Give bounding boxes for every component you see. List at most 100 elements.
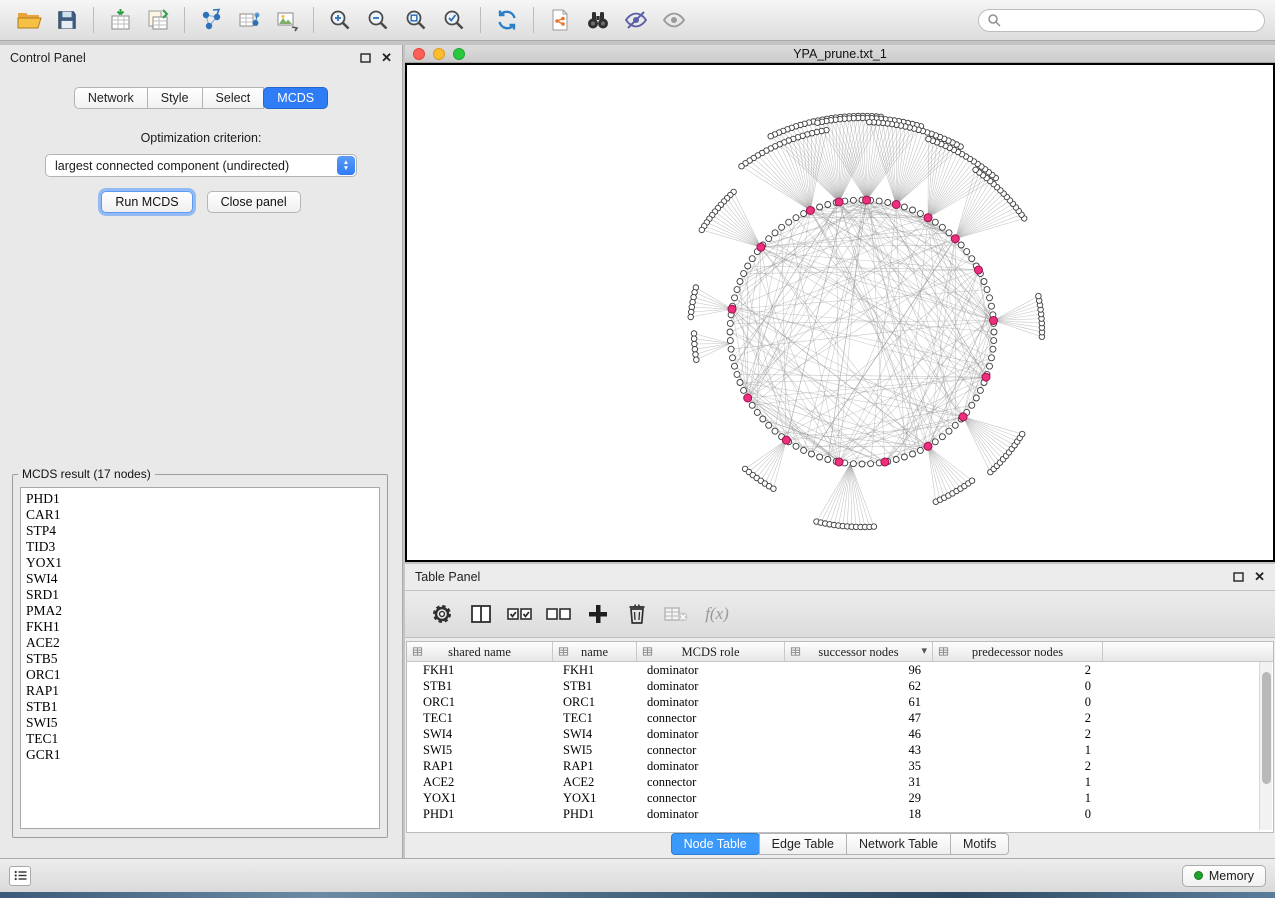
mcds-result-item[interactable]: ACE2 [26,635,374,651]
mcds-result-item[interactable]: ORC1 [26,667,374,683]
delete-table-icon [663,603,689,625]
table-row[interactable]: FKH1FKH1dominator962 [407,662,1273,678]
delete-columns-button[interactable] [622,599,652,629]
table-settings-button[interactable] [427,599,457,629]
mcds-result-item[interactable]: GCR1 [26,747,374,763]
scrollbar-thumb[interactable] [1262,672,1271,784]
mcds-result-item[interactable]: TID3 [26,539,374,555]
tab-mcds[interactable]: MCDS [263,87,328,109]
mcds-result-item[interactable]: RAP1 [26,683,374,699]
tab-network[interactable]: Network [74,87,148,109]
column-header-shared-name[interactable]: shared name [407,642,553,662]
mcds-result-item[interactable]: FKH1 [26,619,374,635]
table-row[interactable]: ACE2ACE2connector311 [407,774,1273,790]
toolbar-separator [93,7,94,33]
close-panel-icon[interactable]: ✕ [1254,569,1265,585]
export-image-button[interactable] [268,4,306,36]
memory-status-dot [1194,871,1203,880]
mcds-result-item[interactable]: STB1 [26,699,374,715]
mcds-result-item[interactable]: STB5 [26,651,374,667]
mcds-result-item[interactable]: PHD1 [26,491,374,507]
close-panel-icon[interactable]: ✕ [381,50,392,66]
table-rows: FKH1FKH1dominator962STB1STB1dominator620… [407,662,1273,822]
mcds-result-item[interactable]: SWI4 [26,571,374,587]
zoom-in-button[interactable] [321,4,359,36]
zoom-selected-button[interactable] [435,4,473,36]
hide-selected-button[interactable] [617,4,655,36]
table-row[interactable]: RAP1RAP1dominator352 [407,758,1273,774]
panel-menu-button[interactable] [9,866,31,886]
save-session-button[interactable] [48,4,86,36]
table-cell: PHD1 [553,806,637,822]
table-row[interactable]: PHD1PHD1dominator180 [407,806,1273,822]
column-header-successor-nodes[interactable]: successor nodes▾ [785,642,933,662]
tab-motifs[interactable]: Motifs [950,833,1009,855]
dropdown-stepper-icon: ▲▼ [337,156,355,175]
float-panel-icon[interactable] [360,53,371,63]
column-header-name[interactable]: name [553,642,637,662]
table-row[interactable]: STB1STB1dominator620 [407,678,1273,694]
network-graph[interactable] [407,65,1273,560]
show-all-button[interactable] [655,4,693,36]
mcds-result-item[interactable]: TEC1 [26,731,374,747]
optimization-dropdown[interactable]: largest connected component (undirected)… [45,154,357,177]
search-network-button[interactable] [579,4,617,36]
add-column-button[interactable] [583,599,613,629]
table-cell: connector [637,710,785,726]
network-search-box[interactable] [978,9,1265,32]
tab-style[interactable]: Style [147,87,203,109]
mcds-result-item[interactable]: SRD1 [26,587,374,603]
import-network-button[interactable] [192,4,230,36]
mcds-result-item[interactable]: YOX1 [26,555,374,571]
mcds-result-item[interactable]: SWI5 [26,715,374,731]
select-all-rows-button[interactable] [505,599,535,629]
tab-select[interactable]: Select [202,87,265,109]
node-table: shared namenameMCDS rolesuccessor nodes▾… [406,641,1274,833]
column-header-MCDS-role[interactable]: MCDS role [637,642,785,662]
network-canvas[interactable] [405,63,1275,562]
table-row[interactable]: ORC1ORC1dominator610 [407,694,1273,710]
import-table-from-file-button[interactable] [101,4,139,36]
zoom-out-icon [366,8,390,32]
table-vertical-scrollbar[interactable] [1259,662,1272,830]
dropdown-selected-value: largest connected component (undirected) [55,159,289,173]
file-share-icon [548,8,572,32]
tab-edge-table[interactable]: Edge Table [759,833,847,855]
table-cell: 2 [933,758,1103,774]
float-panel-icon[interactable] [1233,572,1244,582]
network-window-title: YPA_prune.txt_1 [405,47,1275,61]
mcds-result-item[interactable]: STP4 [26,523,374,539]
search-input[interactable] [1006,13,1256,27]
table-panel: Table Panel ✕ [405,564,1275,858]
network-window-titlebar[interactable]: YPA_prune.txt_1 [405,45,1275,63]
zoom-out-button[interactable] [359,4,397,36]
table-row[interactable]: SWI4SWI4dominator462 [407,726,1273,742]
close-panel-button[interactable]: Close panel [207,191,301,213]
memory-label: Memory [1209,869,1254,883]
mcds-result-item[interactable]: PMA2 [26,603,374,619]
memory-button[interactable]: Memory [1182,865,1266,887]
table-row[interactable]: TEC1TEC1connector472 [407,710,1273,726]
network-from-table-button[interactable] [230,4,268,36]
column-header-predecessor-nodes[interactable]: predecessor nodes [933,642,1103,662]
zoom-fit-button[interactable] [397,4,435,36]
deselect-all-rows-button[interactable] [544,599,574,629]
table-row[interactable]: SWI5SWI5connector431 [407,742,1273,758]
mcds-result-list[interactable]: PHD1CAR1STP4TID3YOX1SWI4SRD1PMA2FKH1ACE2… [20,487,380,829]
table-cell: 2 [933,726,1103,742]
function-builder-button[interactable]: f(x) [700,599,730,629]
run-mcds-button[interactable]: Run MCDS [101,191,192,213]
tab-network-table[interactable]: Network Table [846,833,951,855]
table-cell: 35 [785,758,933,774]
table-cell: 18 [785,806,933,822]
export-network-button[interactable] [541,4,579,36]
tab-node-table[interactable]: Node Table [671,833,760,855]
open-file-button[interactable] [10,4,48,36]
show-columns-button[interactable] [466,599,496,629]
column-type-icon [412,646,423,657]
import-table-button[interactable] [139,4,177,36]
refresh-layout-button[interactable] [488,4,526,36]
table-cell: YOX1 [407,790,553,806]
mcds-result-item[interactable]: CAR1 [26,507,374,523]
table-row[interactable]: YOX1YOX1connector291 [407,790,1273,806]
